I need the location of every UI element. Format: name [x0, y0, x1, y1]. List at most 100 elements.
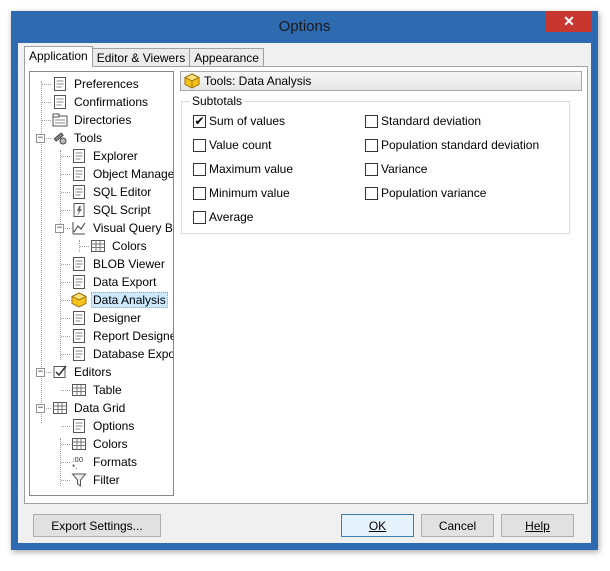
tree-item-colors[interactable]: Colors	[71, 435, 130, 453]
tree-item-formats[interactable]: :00 *. Formats	[71, 453, 139, 471]
window-title: Options	[278, 18, 331, 35]
checkbox-box[interactable]	[365, 114, 378, 128]
tree-item-label: SQL Script	[93, 203, 151, 217]
checkbox-standard-deviation[interactable]: Standard deviation	[365, 114, 481, 128]
tree-connector	[61, 318, 70, 319]
object-manager-icon	[71, 166, 87, 182]
tab-strip: Application Editor & Viewers Appearance	[24, 46, 264, 67]
tree-expander[interactable]: −	[36, 134, 45, 143]
tree-item-label: SQL Editor	[93, 185, 152, 199]
tree-connector	[61, 264, 70, 265]
checkbox-value-count[interactable]: Value count	[193, 138, 272, 152]
tree-connector	[60, 150, 61, 360]
checkbox-box[interactable]	[193, 186, 206, 200]
data-analysis-icon	[71, 292, 87, 308]
tab-application[interactable]: Application	[24, 46, 93, 67]
dialog-client-area: Application Editor & Viewers Appearance …	[18, 43, 591, 543]
checkbox-box[interactable]	[365, 162, 378, 176]
tree-item-label: BLOB Viewer	[93, 257, 165, 271]
tree-item-label: Object Manager	[93, 167, 174, 181]
options-icon	[71, 418, 87, 434]
tree-connector	[61, 174, 70, 175]
tree-item-explorer[interactable]: Explorer	[71, 147, 140, 165]
tree-item-colors[interactable]: Colors	[90, 237, 149, 255]
tab-panel-application: Preferences Confirmations Directories − Tool…	[24, 66, 588, 504]
checkbox-variance[interactable]: Variance	[365, 162, 427, 176]
tree-connector	[61, 390, 70, 391]
tree-item-tools[interactable]: Tools	[52, 129, 104, 147]
tree-item-preferences[interactable]: Preferences	[52, 75, 141, 93]
tree-item-label: Confirmations	[74, 95, 149, 109]
checkbox-box[interactable]	[365, 138, 378, 152]
tree-item-filter[interactable]: Filter	[71, 471, 122, 489]
checkbox-box[interactable]: ✔	[193, 114, 206, 128]
editors-icon	[52, 364, 68, 380]
checkbox-sum-of-values[interactable]: ✔ Sum of values	[193, 114, 285, 128]
database-export-icon	[71, 346, 87, 362]
tree-item-data-grid[interactable]: Data Grid	[52, 399, 127, 417]
tree-item-directories[interactable]: Directories	[52, 111, 133, 129]
tree-item-label: Directories	[74, 113, 132, 127]
title-bar[interactable]: Options ✕	[11, 11, 598, 43]
tree-item-designer[interactable]: Designer	[71, 309, 143, 327]
tree-expander[interactable]: −	[36, 404, 45, 413]
checkbox-box[interactable]	[193, 162, 206, 176]
close-button[interactable]: ✕	[546, 11, 592, 32]
tools-icon	[52, 130, 68, 146]
tree-connector	[61, 192, 70, 193]
tree-expander[interactable]: −	[55, 224, 64, 233]
table-icon	[71, 382, 87, 398]
sql-editor-icon	[71, 184, 87, 200]
tree-item-label: Explorer	[93, 149, 138, 163]
formats-icon: :00 *.	[71, 454, 87, 470]
tree-item-visual-query-buil[interactable]: Visual Query Buil	[71, 219, 173, 237]
checkbox-box[interactable]	[365, 186, 378, 200]
help-button[interactable]: Help	[501, 514, 574, 537]
options-window: Options ✕ Application Editor & Viewers A…	[11, 11, 598, 550]
checkbox-average[interactable]: Average	[193, 210, 253, 224]
colors-icon	[90, 238, 106, 254]
tree-item-label: Visual Query Buil	[93, 221, 173, 235]
report-designer-icon	[71, 328, 87, 344]
checkbox-box[interactable]	[193, 138, 206, 152]
tab-editor-viewers[interactable]: Editor & Viewers	[91, 48, 191, 67]
tree-item-confirmations[interactable]: Confirmations	[52, 93, 150, 111]
ok-button[interactable]: OK	[341, 514, 414, 537]
colors-icon	[71, 436, 87, 452]
tree-item-editors[interactable]: Editors	[52, 363, 113, 381]
tree-item-data-export[interactable]: Data Export	[71, 273, 158, 291]
export-settings-button[interactable]: Export Settings...	[33, 514, 161, 537]
options-tree[interactable]: Preferences Confirmations Directories − Tool…	[29, 71, 174, 496]
checkbox-population-standard-deviation[interactable]: Population standard deviation	[365, 138, 539, 152]
tree-expander[interactable]: −	[36, 368, 45, 377]
section-header: Tools: Data Analysis	[180, 71, 582, 91]
tree-item-data-analysis[interactable]: Data Analysis	[71, 291, 168, 309]
tree-item-label: Colors	[93, 437, 128, 451]
preferences-icon	[52, 76, 68, 92]
tree-item-table[interactable]: Table	[71, 381, 124, 399]
data-export-icon	[71, 274, 87, 290]
tree-item-database-export[interactable]: Database Export	[71, 345, 173, 363]
tree-item-sql-script[interactable]: SQL Script	[71, 201, 153, 219]
checkbox-maximum-value[interactable]: Maximum value	[193, 162, 293, 176]
tab-appearance[interactable]: Appearance	[189, 48, 264, 67]
tree-item-label: Filter	[93, 473, 120, 487]
tree-item-options[interactable]: Options	[71, 417, 136, 435]
checkbox-population-variance[interactable]: Population variance	[365, 186, 486, 200]
tree-item-object-manager[interactable]: Object Manager	[71, 165, 174, 183]
tree-item-blob-viewer[interactable]: BLOB Viewer	[71, 255, 167, 273]
tree-item-sql-editor[interactable]: SQL Editor	[71, 183, 153, 201]
checkbox-minimum-value[interactable]: Minimum value	[193, 186, 290, 200]
tree-item-report-designer[interactable]: Report Designer	[71, 327, 173, 345]
tree-connector	[80, 246, 89, 247]
checkbox-box[interactable]	[193, 210, 206, 224]
section-header-label: Tools: Data Analysis	[204, 74, 312, 88]
tree-item-label: Preferences	[74, 77, 139, 91]
tree-item-label: Designer	[93, 311, 142, 325]
tree-connector	[42, 102, 51, 103]
tree-connector	[61, 282, 70, 283]
tree-item-label: Data Analysis	[91, 292, 168, 308]
visual-query-builder-icon	[71, 220, 87, 236]
tree-item-label: Formats	[93, 455, 138, 469]
cancel-button[interactable]: Cancel	[421, 514, 494, 537]
